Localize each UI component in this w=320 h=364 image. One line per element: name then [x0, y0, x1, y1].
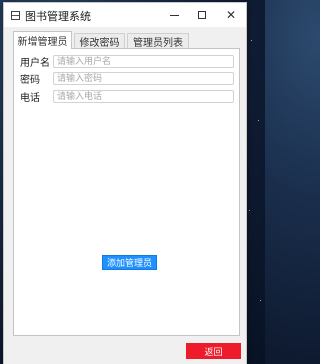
minimize-icon	[169, 14, 179, 16]
tab-bar: 新增管理员 修改密码 管理员列表	[13, 31, 237, 49]
window-title: 图书管理系统	[25, 10, 91, 23]
username-input[interactable]	[53, 55, 234, 68]
title-bar[interactable]: 图书管理系统 ✕	[4, 3, 246, 27]
minimize-button[interactable]	[160, 3, 188, 27]
add-admin-button[interactable]: 添加管理员	[102, 255, 157, 270]
username-label: 用户名	[20, 58, 50, 69]
tab-change-password[interactable]: 修改密码	[74, 33, 125, 49]
maximize-button[interactable]	[188, 3, 216, 27]
tab-add-admin[interactable]: 新增管理员	[13, 31, 72, 49]
maximize-icon	[198, 11, 206, 19]
phone-input[interactable]	[53, 90, 234, 103]
password-input[interactable]	[53, 72, 234, 85]
footer-bar: 返回	[4, 338, 246, 364]
add-admin-panel: 用户名 密码 电话 添加管理员	[13, 48, 240, 336]
close-button[interactable]: ✕	[217, 3, 245, 27]
password-label: 密码	[20, 75, 40, 86]
phone-label: 电话	[20, 93, 40, 104]
app-window: 图书管理系统 ✕ 新增管理员 修改密码 管理员列表 用户名 密码 电话 添加管理…	[3, 2, 247, 364]
close-icon: ✕	[225, 8, 237, 22]
back-button[interactable]: 返回	[186, 343, 241, 359]
tab-admin-list[interactable]: 管理员列表	[127, 33, 189, 49]
app-icon	[11, 11, 20, 20]
